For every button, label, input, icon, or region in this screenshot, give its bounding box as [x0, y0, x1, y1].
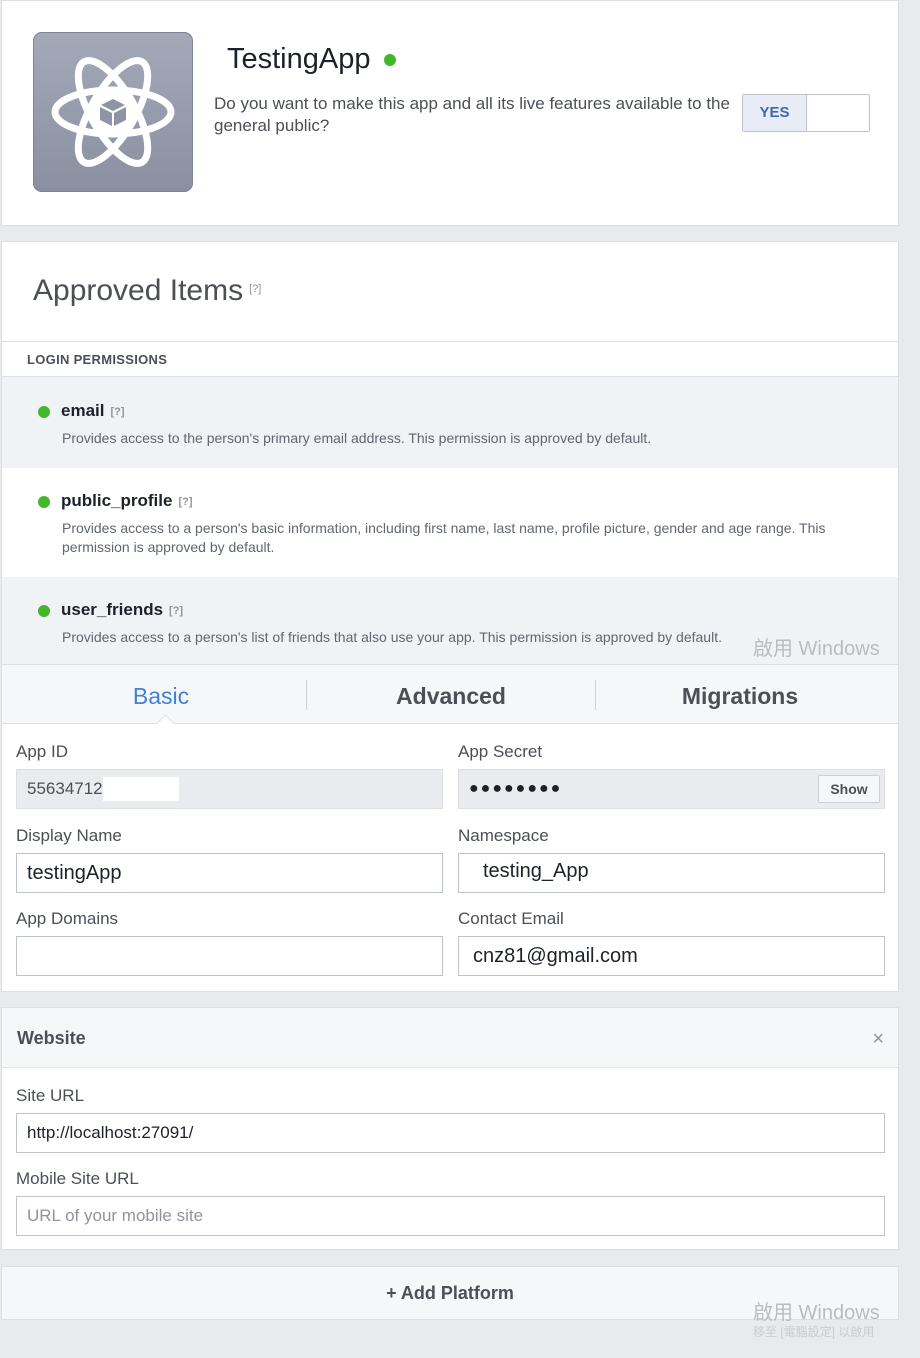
login-permissions-header: LOGIN PERMISSIONS [2, 341, 898, 377]
watermark-line2: 移至 [電腦設定] 以啟用 [753, 1325, 875, 1339]
approved-items-heading: Approved Items [33, 274, 244, 307]
site-url-input[interactable]: http://localhost:27091/ [16, 1113, 885, 1153]
basic-settings-card: Basic Advanced Migrations App ID 5563471… [1, 664, 899, 992]
site-url-label: Site URL [16, 1086, 85, 1105]
app-id-label: App ID [16, 742, 68, 761]
display-name-label: Display Name [16, 826, 122, 845]
permission-description: Provides access to the person's primary … [62, 430, 652, 446]
mobile-site-url-input[interactable]: URL of your mobile site [16, 1196, 885, 1236]
windows-activation-watermark: 啟用 Windows 移至 [電腦設定] 以啟用 [753, 1296, 880, 1340]
contact-email-input[interactable]: cnz81@gmail.com [458, 936, 885, 976]
namespace-input[interactable]: testing_App [458, 853, 885, 893]
display-name-input[interactable]: testingApp [16, 853, 443, 893]
website-header: Website × [2, 1008, 898, 1068]
app-id-field[interactable]: 55634712 [16, 769, 443, 809]
help-link[interactable]: [?] [110, 406, 124, 418]
permission-name-text: public_profile [61, 491, 173, 510]
approved-items-title: Approved Items [?] [33, 274, 261, 308]
windows-activation-watermark: 啟用 Windows [753, 632, 880, 661]
permission-item: email [?] Provides access to the person's… [2, 377, 898, 468]
toggle-knob[interactable] [807, 95, 869, 131]
tab-migrations[interactable]: Migrations [595, 665, 885, 724]
redacted-block [102, 776, 179, 801]
live-status-dot [384, 54, 396, 66]
permission-item: public_profile [?] Provides access to a p… [2, 468, 898, 577]
app-id-value: 55634712 [27, 779, 103, 798]
app-name: TestingApp [227, 43, 371, 75]
login-permissions-label: LOGIN PERMISSIONS [27, 352, 168, 367]
website-title: Website [17, 1028, 86, 1048]
website-platform-card: Website × Site URL http://localhost:2709… [1, 1007, 899, 1250]
permission-description: Provides access to a person's basic info… [62, 520, 826, 555]
tab-basic[interactable]: Basic [16, 665, 306, 724]
permission-name: public_profile [?] [61, 491, 193, 511]
app-domains-input[interactable] [16, 936, 443, 976]
help-link[interactable]: [?] [169, 605, 183, 617]
app-domains-label: App Domains [16, 909, 119, 928]
watermark-line1: 啟用 Windows [753, 638, 880, 660]
approved-dot [38, 605, 50, 617]
tab-advanced[interactable]: Advanced [306, 665, 596, 724]
settings-tab-bar: Basic Advanced Migrations [2, 665, 898, 724]
permission-description: Provides access to a person's list of fr… [62, 629, 722, 645]
approved-dot [38, 496, 50, 508]
permission-name-text: user_friends [61, 600, 164, 619]
permission-name: user_friends [?] [61, 600, 183, 620]
live-toggle[interactable]: YES [742, 94, 870, 132]
contact-email-label: Contact Email [458, 909, 564, 928]
mobile-site-url-label: Mobile Site URL [16, 1169, 139, 1188]
watermark-line1: 啟用 Windows [753, 1302, 880, 1324]
close-icon[interactable]: × [872, 1028, 884, 1051]
app-secret-field[interactable]: ●●●●●●●● Show [458, 769, 885, 809]
help-link[interactable]: [?] [178, 496, 192, 508]
atom-icon [33, 32, 193, 192]
app-header-card: TestingApp Do you want to make this app … [1, 0, 899, 226]
toggle-yes-label: YES [743, 95, 807, 131]
permission-name: email [?] [61, 401, 125, 421]
show-secret-button[interactable]: Show [818, 775, 880, 803]
approved-dot [38, 406, 50, 418]
namespace-label: Namespace [458, 826, 549, 845]
permission-name-text: email [61, 401, 105, 420]
live-question-text: Do you want to make this app and all its… [214, 94, 730, 135]
app-secret-value: ●●●●●●●● [469, 780, 563, 797]
approved-items-card: Approved Items [?] LOGIN PERMISSIONS emai… [1, 241, 899, 666]
app-secret-label: App Secret [458, 742, 543, 761]
help-link[interactable]: [?] [249, 283, 261, 295]
